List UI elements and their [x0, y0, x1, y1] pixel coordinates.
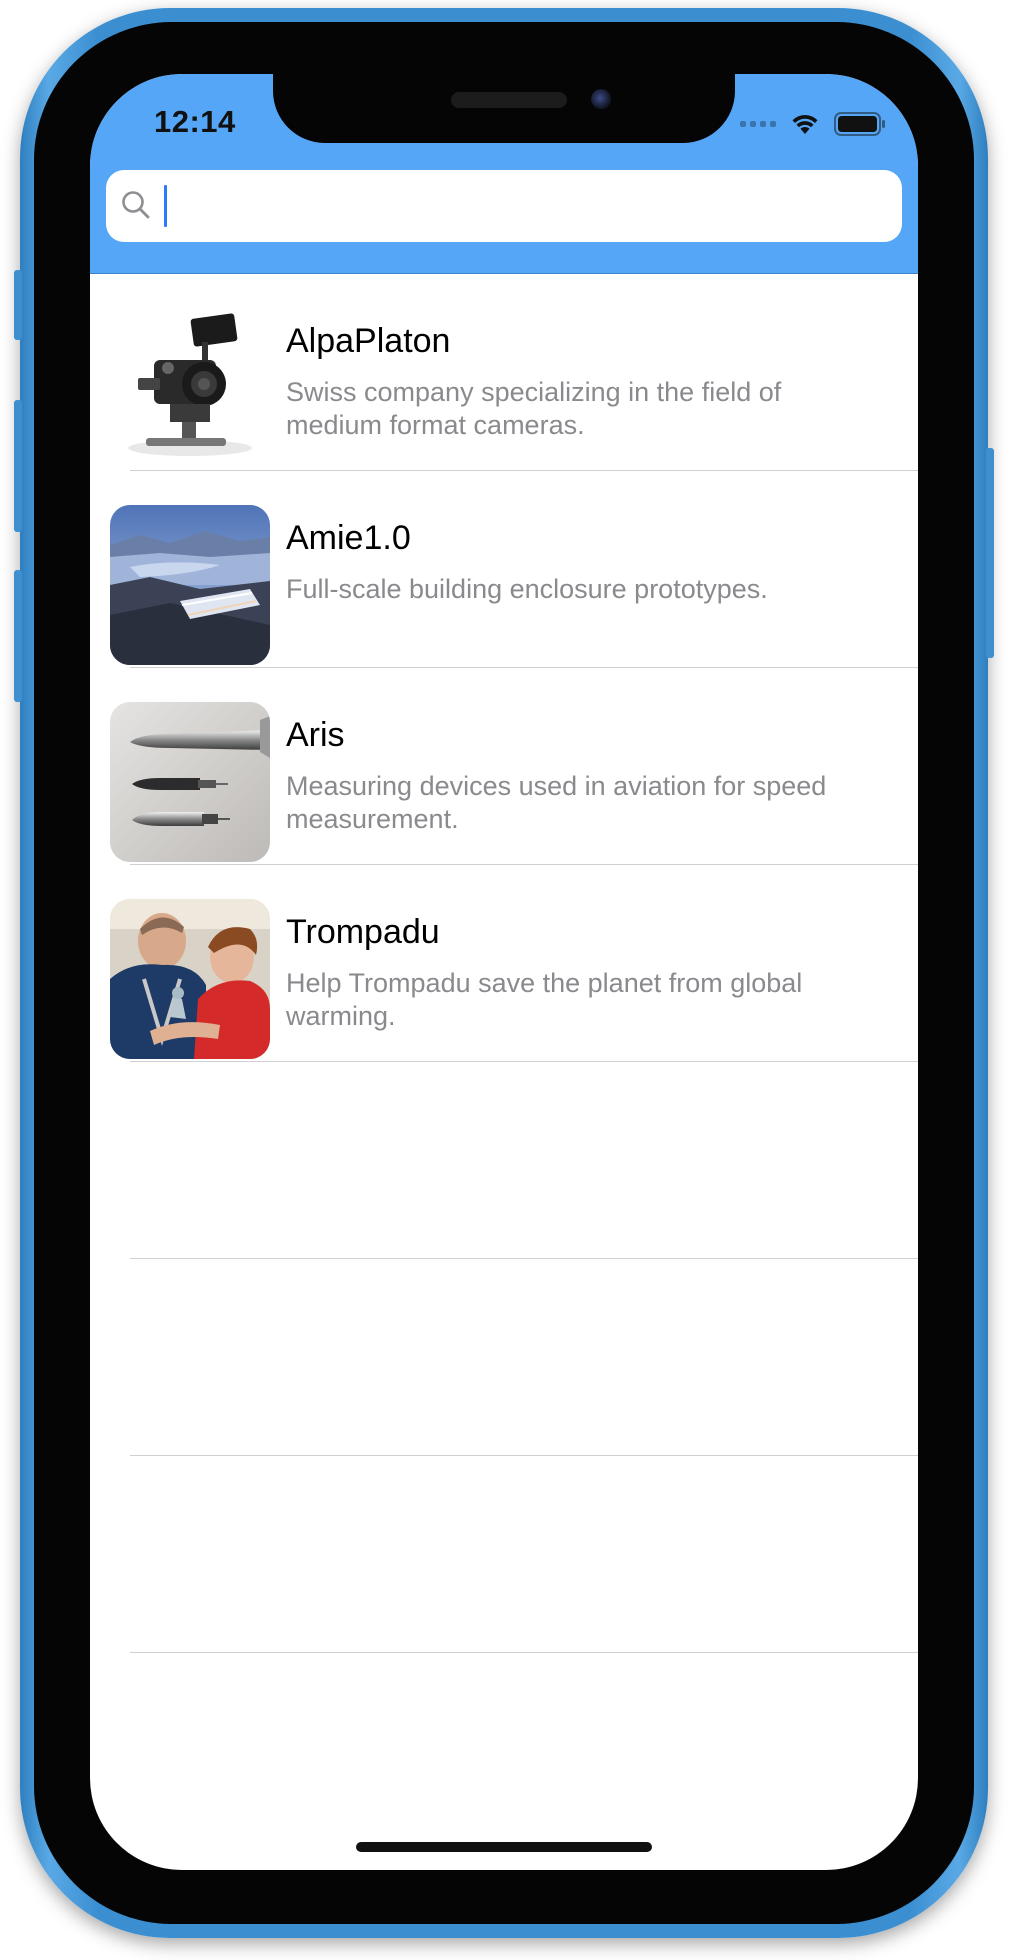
item-description: Help Trompadu save the planet from globa… [286, 968, 803, 1031]
empty-row [90, 1456, 918, 1653]
man-and-boy-photo [110, 899, 270, 1059]
header-bar: 12:14 [90, 74, 918, 274]
item-title: AlpaPlaton [286, 322, 451, 360]
list-item[interactable]: Amie1.0 Full-scale building enclosure pr… [90, 471, 918, 668]
project-list: AlpaPlaton Swiss company specializing in… [90, 274, 918, 1653]
volume-down-button [14, 570, 22, 702]
thumbnail-man-and-boy [110, 899, 270, 1059]
item-title: Aris [286, 716, 345, 754]
item-title: Trompadu [286, 913, 440, 951]
speaker-grille [451, 92, 567, 108]
search-bar[interactable] [106, 170, 902, 242]
phone-screen: 12:14 AlpaPlaton Swiss company specializ… [90, 74, 918, 1870]
thumbnail-pitot-probes [110, 702, 270, 862]
item-description: Swiss company specializing in the field … [286, 377, 782, 440]
thumbnail-camera-rig [110, 306, 270, 466]
status-icons [740, 112, 886, 136]
home-indicator[interactable] [356, 1842, 652, 1852]
list-item[interactable]: AlpaPlaton Swiss company specializing in… [90, 274, 918, 471]
search-icon [122, 191, 150, 219]
signal-dots-icon [740, 121, 776, 127]
battery-icon [834, 112, 885, 136]
pitot-probes-photo [110, 702, 270, 862]
power-button [986, 448, 994, 658]
mute-switch [14, 270, 22, 340]
item-description: Full-scale building enclosure prototypes… [286, 574, 768, 604]
search-input[interactable] [164, 182, 864, 230]
thumbnail-mountain-building [110, 505, 270, 665]
text-caret [164, 185, 167, 227]
row-separator [130, 1652, 918, 1653]
item-description: Measuring devices used in aviation for s… [286, 771, 827, 834]
wifi-icon [792, 115, 818, 134]
notch [273, 74, 735, 143]
status-time: 12:14 [154, 104, 236, 139]
front-camera [591, 89, 611, 109]
volume-up-button [14, 400, 22, 532]
mountain-lake-building-photo [110, 505, 270, 665]
item-title: Amie1.0 [286, 519, 411, 557]
empty-row [90, 1062, 918, 1259]
list-item[interactable]: Trompadu Help Trompadu save the planet f… [90, 865, 918, 1062]
list-item[interactable]: Aris Measuring devices used in aviation … [90, 668, 918, 865]
empty-row [90, 1259, 918, 1456]
camera-rig-photo [110, 306, 270, 466]
